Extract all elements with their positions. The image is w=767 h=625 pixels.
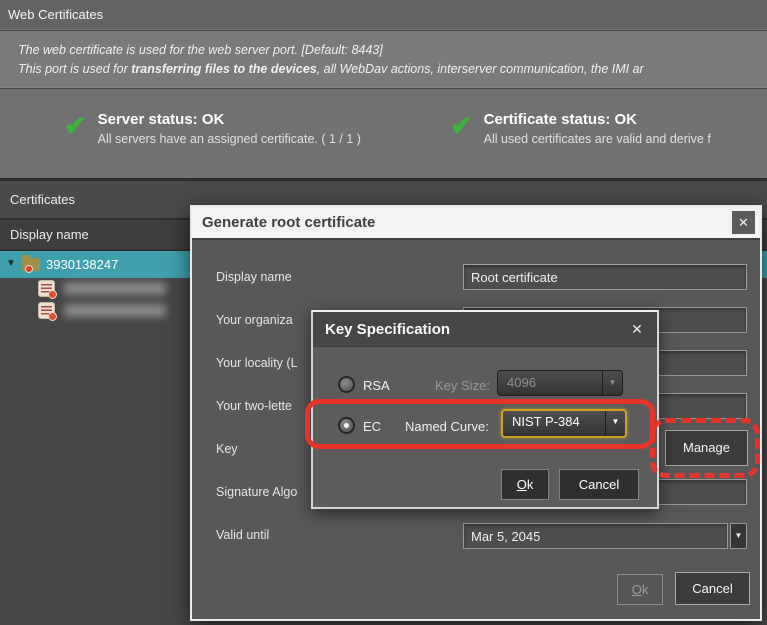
- certificate-status: ✔ Certificate status: OK All used certif…: [450, 111, 767, 146]
- server-status: ✔ Server status: OK All servers have an …: [64, 111, 361, 146]
- dialog-title: Generate root certificate: [192, 207, 760, 240]
- key-specification-dialog: Key Specification ✕ RSA Key Size: 4096 ▼…: [311, 310, 659, 509]
- valid-until-field[interactable]: [463, 523, 728, 549]
- named-curve-label: Named Curve:: [405, 419, 489, 434]
- description-line2: This port is used for transferring files…: [18, 60, 767, 79]
- country-label: Your two-lette: [216, 399, 292, 413]
- cancel-button[interactable]: Cancel: [559, 469, 639, 500]
- ec-label: EC: [363, 419, 381, 434]
- server-status-detail: All servers have an assigned certificate…: [98, 132, 361, 146]
- ok-button-disabled[interactable]: Ok: [617, 574, 663, 605]
- certificate-status-title: Certificate status: OK: [484, 111, 711, 128]
- valid-until-dropdown-icon[interactable]: ▼: [730, 523, 747, 549]
- key-size-dropdown[interactable]: 4096 ▼: [497, 370, 623, 396]
- key-label: Key: [216, 442, 238, 456]
- certificate-icon: [38, 280, 55, 297]
- redacted-name: [64, 282, 166, 295]
- signature-algorithm-label: Signature Algo: [216, 485, 297, 499]
- valid-until-label: Valid until: [216, 528, 269, 542]
- dialog-title: Key Specification: [313, 312, 657, 347]
- dropdown-arrow-icon: ▼: [602, 371, 622, 395]
- redacted-name: [64, 304, 166, 317]
- ec-radio-selected[interactable]: [338, 417, 355, 434]
- rsa-label: RSA: [363, 378, 390, 393]
- key-size-label: Key Size:: [435, 378, 490, 393]
- display-name-field[interactable]: [463, 264, 747, 290]
- locality-label: Your locality (L: [216, 356, 298, 370]
- dropdown-arrow-icon: ▼: [605, 411, 625, 436]
- check-icon: ✔: [64, 111, 87, 146]
- close-icon[interactable]: ✕: [732, 211, 755, 234]
- status-band: ✔ Server status: OK All servers have an …: [0, 89, 767, 181]
- organization-label: Your organiza: [216, 313, 293, 327]
- status-dot-icon: [25, 265, 33, 273]
- certificate-icon: [38, 302, 55, 319]
- certificate-status-detail: All used certificates are valid and deri…: [484, 132, 711, 146]
- check-icon: ✔: [450, 111, 473, 146]
- tree-root-label: 3930138247: [46, 251, 118, 278]
- expander-icon[interactable]: ▼: [6, 258, 16, 269]
- ok-button[interactable]: Ok: [501, 469, 549, 500]
- close-icon[interactable]: ✕: [627, 312, 647, 347]
- web-certificates-screen: Web Certificates The web certificate is …: [0, 0, 767, 625]
- status-dot-icon: [48, 312, 57, 321]
- status-dot-icon: [48, 290, 57, 299]
- folder-icon: [22, 258, 40, 271]
- cancel-button[interactable]: Cancel: [675, 572, 750, 605]
- description-panel: The web certificate is used for the web …: [0, 31, 767, 88]
- description-line1: The web certificate is used for the web …: [18, 41, 767, 60]
- rsa-radio[interactable]: [338, 376, 355, 393]
- named-curve-dropdown[interactable]: NIST P-384 ▼: [501, 409, 627, 438]
- manage-button[interactable]: Manage: [665, 430, 748, 466]
- display-name-label: Display name: [216, 270, 292, 284]
- page-title: Web Certificates: [0, 0, 767, 30]
- server-status-title: Server status: OK: [98, 111, 361, 128]
